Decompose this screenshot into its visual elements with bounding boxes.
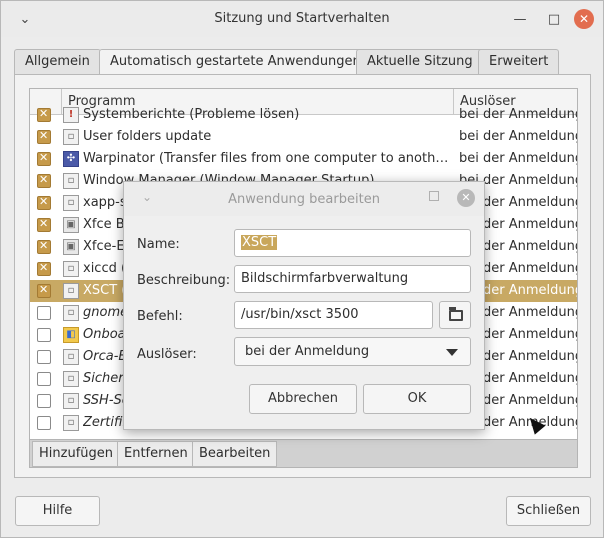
- browse-button[interactable]: [439, 301, 471, 329]
- autostart-checkbox[interactable]: [37, 416, 51, 430]
- program-name: Systemberichte (Probleme lösen): [83, 107, 300, 122]
- autostart-checkbox[interactable]: [37, 350, 51, 364]
- autostart-checkbox[interactable]: [37, 394, 51, 408]
- folder-icon: [449, 307, 463, 321]
- program-name: Warpinator (Transfer files from one comp…: [83, 151, 455, 166]
- titlebar: ⌄ Sitzung und Startverhalten — □ ✕: [1, 1, 603, 37]
- maximize-icon[interactable]: □: [544, 9, 564, 29]
- alert-icon: !: [63, 107, 79, 123]
- close-icon[interactable]: ✕: [574, 9, 594, 29]
- generic-app-icon: ▫: [63, 371, 79, 387]
- command-label: Befehl:: [137, 309, 183, 324]
- autostart-checkbox[interactable]: [37, 129, 51, 144]
- tab-autostart-apps[interactable]: Automatisch gestartete Anwendungen: [99, 49, 372, 76]
- program-name: User folders update: [83, 129, 212, 144]
- help-button[interactable]: Hilfe: [15, 496, 100, 526]
- program-trigger: bei der Anmeldung: [459, 151, 578, 166]
- generic-app-icon: ▫: [63, 415, 79, 431]
- generic-app-icon: ▫: [63, 393, 79, 409]
- close-button[interactable]: Schließen: [506, 496, 591, 526]
- program-trigger: bei der Anmeldung: [459, 107, 578, 122]
- list-toolbar: Hinzufügen Entfernen Bearbeiten: [29, 440, 578, 468]
- remove-button[interactable]: Entfernen: [117, 441, 195, 467]
- warpinator-icon: ✣: [63, 151, 79, 167]
- generic-app-icon: ▫: [63, 195, 79, 211]
- autostart-checkbox[interactable]: [37, 306, 51, 320]
- autostart-checkbox[interactable]: [37, 107, 51, 122]
- command-field[interactable]: /usr/bin/xsct 3500: [234, 301, 433, 329]
- description-field[interactable]: Bildschirmfarbverwaltung: [234, 265, 471, 293]
- generic-app-icon: ▫: [63, 305, 79, 321]
- add-button[interactable]: Hinzufügen: [32, 441, 120, 467]
- autostart-checkbox[interactable]: [37, 283, 51, 298]
- generic-app-icon: ▫: [63, 283, 79, 299]
- minimize-icon[interactable]: —: [510, 9, 530, 29]
- onboard-icon: ◧: [63, 327, 79, 343]
- autostart-checkbox[interactable]: [37, 239, 51, 254]
- autostart-checkbox[interactable]: [37, 195, 51, 210]
- name-value: XSCT: [241, 235, 278, 250]
- description-label: Beschreibung:: [137, 273, 231, 288]
- program-trigger: bei der Anmeldung: [459, 129, 578, 144]
- edit-button[interactable]: Bearbeiten: [192, 441, 278, 467]
- generic-app-icon: ▫: [63, 129, 79, 145]
- ok-button[interactable]: OK: [363, 384, 471, 414]
- tab-advanced[interactable]: Erweitert: [478, 49, 560, 75]
- dialog-titlebar: ⌄ Anwendung bearbeiten ✕: [124, 182, 484, 216]
- autostart-checkbox[interactable]: [37, 173, 51, 188]
- dropdown-arrow-icon: [446, 349, 458, 356]
- cancel-button[interactable]: Abbrechen: [249, 384, 357, 414]
- generic-app-icon: ▫: [63, 261, 79, 277]
- name-label: Name:: [137, 237, 180, 252]
- trigger-value: bei der Anmeldung: [245, 344, 370, 359]
- trigger-select[interactable]: bei der Anmeldung: [234, 337, 471, 366]
- list-item[interactable]: ! Systemberichte (Probleme lösen) bei der …: [30, 104, 578, 126]
- tab-allgemein[interactable]: Allgemein: [14, 49, 101, 75]
- xfce-icon: ▣: [63, 239, 79, 255]
- autostart-checkbox[interactable]: [37, 261, 51, 276]
- generic-app-icon: ▫: [63, 349, 79, 365]
- dialog-maximize-icon[interactable]: [429, 191, 439, 201]
- autostart-checkbox[interactable]: [37, 217, 51, 232]
- autostart-checkbox[interactable]: [37, 372, 51, 386]
- xfce-icon: ▣: [63, 217, 79, 233]
- name-field[interactable]: XSCT: [234, 229, 471, 257]
- edit-application-dialog: ⌄ Anwendung bearbeiten ✕ Name: XSCT Besc…: [123, 181, 485, 430]
- dialog-close-icon[interactable]: ✕: [457, 189, 475, 207]
- autostart-checkbox[interactable]: [37, 328, 51, 342]
- trigger-label: Auslöser:: [137, 347, 197, 362]
- autostart-checkbox[interactable]: [37, 151, 51, 166]
- tab-current-session[interactable]: Aktuelle Sitzung: [356, 49, 484, 75]
- list-item[interactable]: ▫ User folders update bei der Anmeldung: [30, 126, 578, 148]
- generic-app-icon: ▫: [63, 173, 79, 189]
- list-item[interactable]: ✣ Warpinator (Transfer files from one com…: [30, 148, 578, 170]
